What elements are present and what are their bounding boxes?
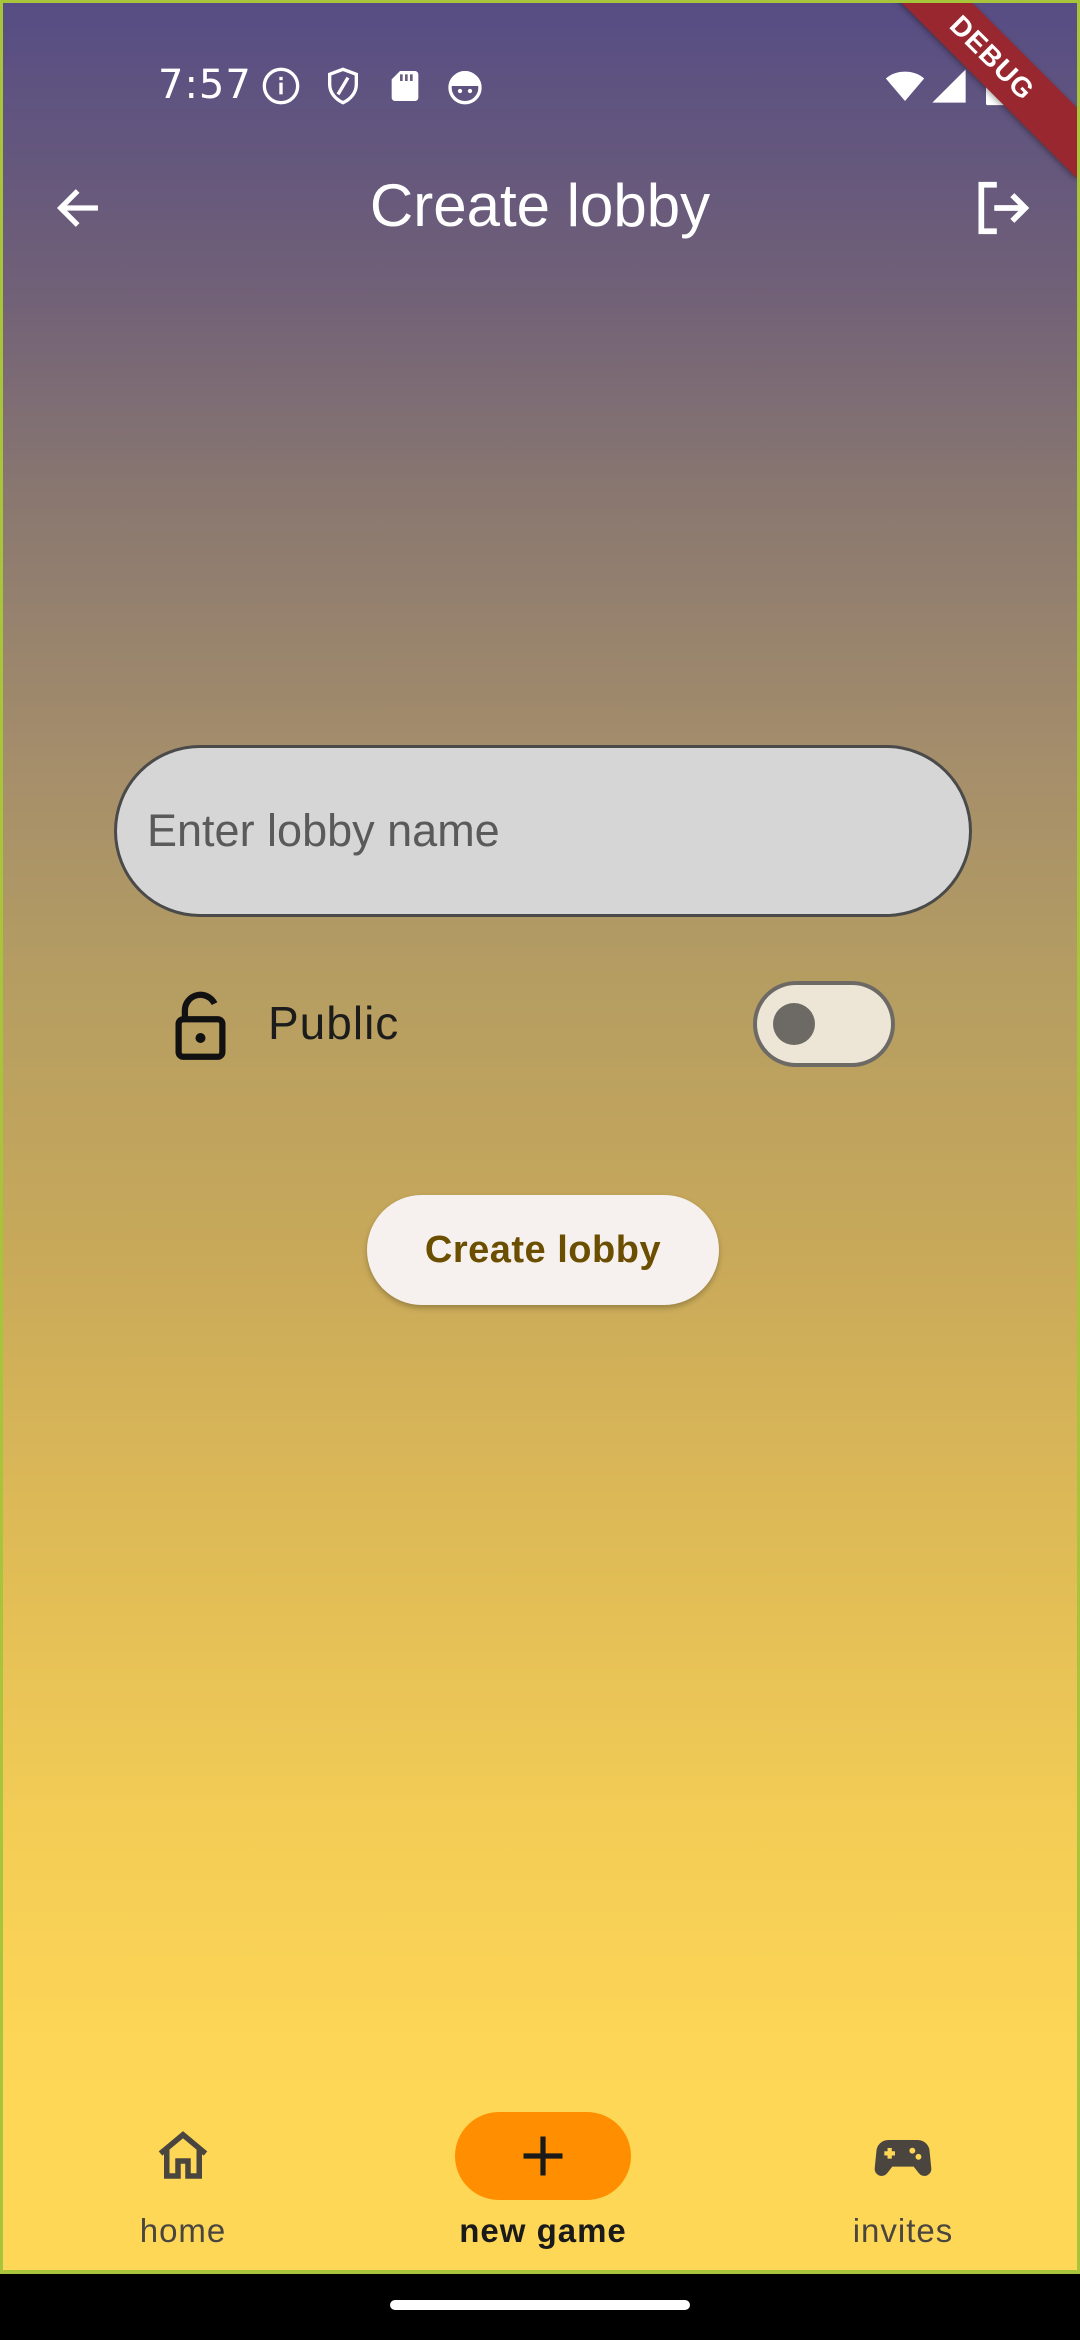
nav-label-new-game: new game bbox=[459, 2212, 627, 2249]
create-lobby-button[interactable]: Create lobby bbox=[367, 1195, 719, 1305]
app-bar: Create lobby bbox=[3, 153, 1077, 263]
wifi-icon bbox=[885, 71, 925, 101]
public-toggle-row: Public bbox=[153, 978, 913, 1073]
home-icon bbox=[158, 2131, 208, 2179]
nav-active-indicator bbox=[455, 2112, 631, 2200]
logout-icon bbox=[978, 181, 1030, 235]
lobby-name-input[interactable] bbox=[114, 745, 972, 917]
nav-label-home: home bbox=[139, 2212, 227, 2249]
cell-signal-icon bbox=[932, 69, 966, 103]
status-bar: 7:57 bbox=[3, 48, 1077, 118]
nav-item-new-game[interactable]: new game bbox=[363, 2070, 723, 2270]
app-screen: 7:57 DEBUG Create lobby Enter lobby name… bbox=[0, 0, 1080, 2274]
page-title: Create lobby bbox=[369, 172, 711, 239]
public-switch[interactable] bbox=[753, 981, 895, 1067]
shield-icon bbox=[328, 67, 358, 105]
public-label: Public bbox=[268, 997, 400, 1049]
info-icon bbox=[262, 67, 300, 105]
nav-label-invites: invites bbox=[852, 2212, 954, 2249]
gesture-handle[interactable] bbox=[390, 2300, 690, 2310]
bottom-navigation: home new game invites bbox=[3, 2070, 1077, 2270]
lock-open-icon bbox=[175, 991, 226, 1060]
status-time: 7:57 bbox=[158, 62, 252, 108]
nav-item-invites[interactable]: invites bbox=[723, 2070, 1077, 2270]
plus-icon bbox=[523, 2136, 563, 2176]
switch-thumb bbox=[773, 1003, 815, 1045]
sd-card-icon bbox=[391, 71, 419, 101]
android-face-icon bbox=[448, 71, 482, 105]
nav-item-home[interactable]: home bbox=[3, 2070, 363, 2270]
gamepad-icon bbox=[874, 2140, 932, 2176]
logout-button[interactable] bbox=[967, 173, 1037, 243]
